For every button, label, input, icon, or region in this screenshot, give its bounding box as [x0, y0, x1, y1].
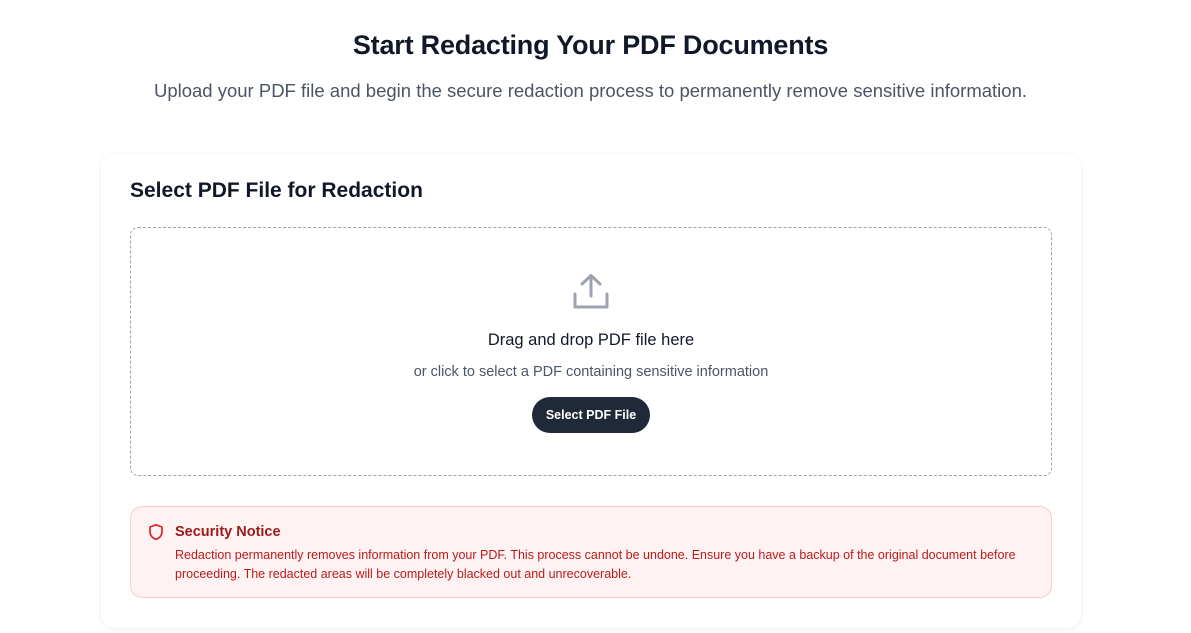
shield-icon	[147, 523, 165, 541]
page-title: Start Redacting Your PDF Documents	[352, 30, 829, 60]
upload-icon	[571, 272, 611, 312]
dropzone-title: Drag and drop PDF file here	[487, 331, 695, 349]
upload-card: Select PDF File for Redaction Drag and d…	[101, 154, 1081, 628]
page-subtitle: Upload your PDF file and begin the secur…	[153, 80, 1028, 101]
page: Start Redacting Your PDF Documents Uploa…	[0, 0, 1191, 633]
security-notice-text: Redaction permanently removes informatio…	[175, 548, 1016, 581]
card-title: Select PDF File for Redaction	[130, 179, 423, 202]
select-pdf-button[interactable]: Select PDF File	[532, 397, 650, 433]
security-notice: Security Notice Redaction permanently re…	[130, 506, 1052, 598]
security-notice-title: Security Notice	[175, 524, 281, 540]
dropzone-subtitle: or click to select a PDF containing sens…	[413, 364, 769, 380]
pdf-dropzone[interactable]: Drag and drop PDF file here or click to …	[130, 227, 1052, 476]
